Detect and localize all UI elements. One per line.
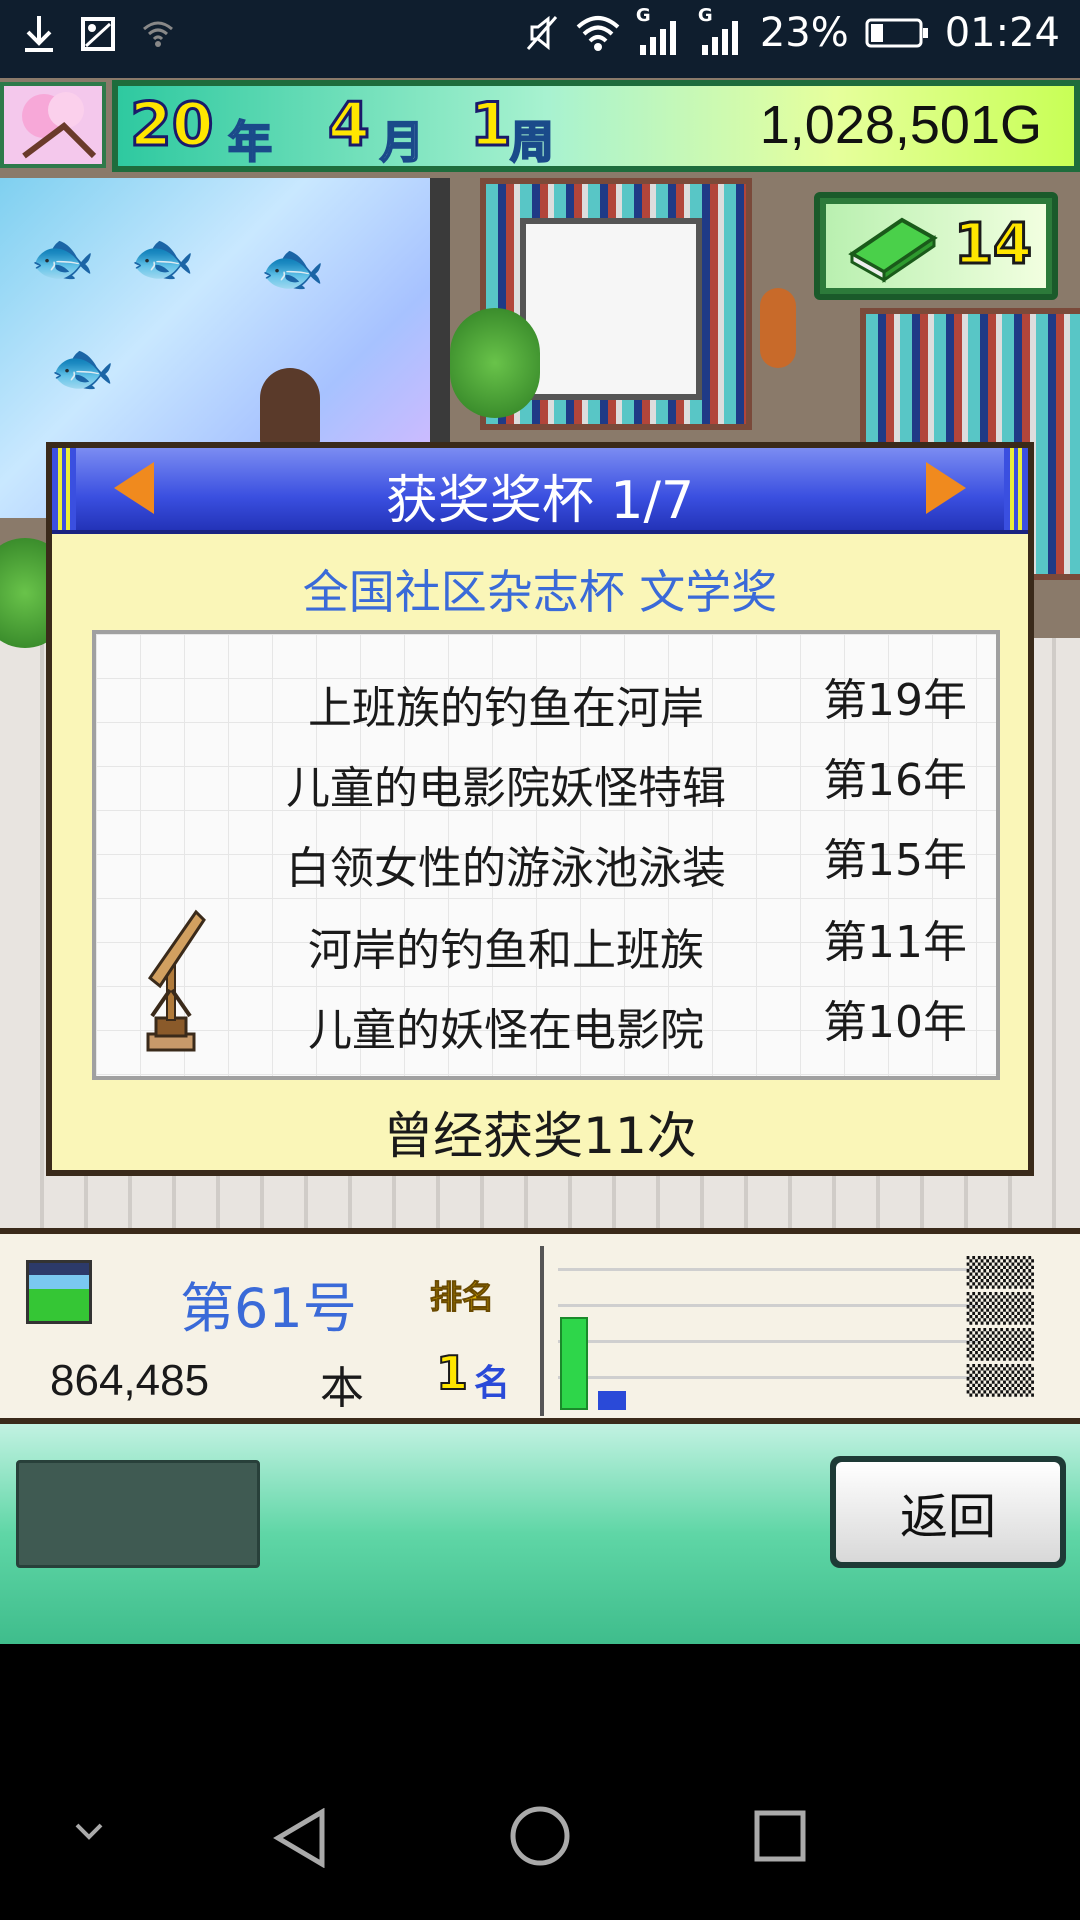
books-counter[interactable]: 14 — [814, 192, 1058, 300]
whiteboard — [520, 218, 702, 400]
award-row: 上班族的钓鱼在河岸 第19年 — [96, 654, 996, 734]
sales-bar — [560, 1317, 588, 1410]
back-button[interactable]: 返回 — [830, 1456, 1066, 1568]
rank-value: 1 — [435, 1345, 469, 1401]
gridline — [558, 1268, 978, 1271]
money-display: 1,028,501G — [759, 95, 1042, 155]
bottom-menu: 返回 — [0, 1424, 1080, 1644]
sales-count: 864,485 — [50, 1356, 210, 1405]
award-list: 上班族的钓鱼在河岸 第19年 儿童的电影院妖怪特辑 第16年 白领女性的游泳池泳… — [92, 630, 1000, 1080]
clock-decor — [760, 288, 796, 368]
dialog-header: 获奖奖杯 1/7 — [52, 448, 1028, 534]
wifi-icon — [576, 16, 620, 51]
battery-icon — [865, 18, 928, 48]
sales-unit: 本 — [320, 1363, 364, 1414]
clock: 01:24 — [944, 10, 1060, 56]
award-row: 河岸的钓鱼和上班族 第11年 — [96, 896, 996, 976]
issue-info-panel: 第61号 排名 864,485 本 1 名 ▒▒▒▒ ▒▒▒▒ ▒▒▒▒ ▒▒▒… — [0, 1228, 1080, 1424]
month-unit: 月 — [379, 116, 425, 169]
award-title: 白领女性的游泳池泳装 — [286, 843, 726, 894]
date-bar: 20 年 4 月 1 周 1,028,501G — [112, 80, 1080, 172]
sales-bar — [598, 1391, 626, 1410]
android-nav-bar — [0, 1644, 1080, 1920]
rank-unit: 名 — [474, 1363, 511, 1404]
fish-icon: 🐟 — [50, 339, 115, 399]
fish-icon: 🐟 — [130, 229, 195, 289]
award-dialog: 获奖奖杯 1/7 全国社区杂志杯 文学奖 上班族的钓鱼在河岸 第19年 儿童的电… — [46, 442, 1034, 1176]
dialog-title: 获奖奖杯 1/7 — [385, 471, 695, 531]
award-year: 第10年 — [823, 997, 967, 1048]
download-icon — [25, 16, 53, 52]
award-row: 白领女性的游泳池泳装 第15年 — [96, 814, 996, 894]
award-title: 上班族的钓鱼在河岸 — [308, 683, 704, 734]
award-year: 第19年 — [823, 675, 967, 726]
next-page-arrow-icon[interactable] — [926, 462, 966, 514]
recents-nav-icon[interactable] — [752, 1808, 808, 1864]
status-bar: G G 23% 01:24 — [0, 0, 1080, 78]
year-value: 20 — [129, 89, 215, 162]
home-nav-icon[interactable] — [508, 1804, 572, 1868]
books-count: 14 — [953, 211, 1034, 279]
year-unit: 年 — [227, 116, 273, 169]
award-year: 第15年 — [823, 835, 967, 886]
mute-icon — [526, 15, 557, 51]
axis-label-icon: ▒▒▒▒ — [966, 1292, 1034, 1325]
axis-label-icon: ▒▒▒▒ — [966, 1328, 1034, 1361]
season-icon[interactable] — [0, 82, 106, 168]
chevron-down-icon[interactable] — [74, 1822, 104, 1842]
sales-chart: ▒▒▒▒ ▒▒▒▒ ▒▒▒▒ ▒▒▒▒ — [540, 1246, 1056, 1416]
award-total: 曾经获奖11次 — [383, 1107, 697, 1165]
back-nav-icon[interactable] — [272, 1808, 328, 1868]
wifi-question-icon — [143, 21, 173, 47]
award-title: 儿童的妖怪在电影院 — [308, 1005, 704, 1056]
fish-icon: 🐟 — [260, 239, 325, 299]
book-icon — [848, 217, 938, 283]
award-row: 儿童的妖怪在电影院 第10年 — [96, 976, 996, 1056]
plant — [450, 308, 540, 418]
issue-number: 第61号 — [180, 1277, 357, 1340]
empty-slot — [16, 1460, 260, 1568]
signal-icon: G — [636, 5, 682, 55]
award-name: 全国社区杂志杯 文学奖 — [302, 565, 778, 619]
award-year: 第16年 — [823, 755, 967, 806]
rank-label: 排名 — [429, 1278, 495, 1317]
image-icon — [81, 17, 115, 51]
month-value: 4 — [327, 89, 372, 162]
week-unit: 周 — [509, 116, 555, 169]
character — [260, 368, 320, 448]
gridline — [558, 1340, 978, 1343]
award-row: 儿童的电影院妖怪特辑 第16年 — [96, 734, 996, 814]
trophy-icon — [146, 909, 206, 1052]
award-title: 儿童的电影院妖怪特辑 — [286, 763, 726, 814]
magazine-icon — [26, 1260, 92, 1324]
award-title: 河岸的钓鱼和上班族 — [308, 925, 704, 976]
gridline — [558, 1304, 978, 1307]
fish-icon: 🐟 — [30, 229, 95, 289]
battery-percent: 23% — [759, 10, 849, 56]
axis-label-icon: ▒▒▒▒ — [966, 1364, 1034, 1397]
back-button-label: 返回 — [899, 1489, 996, 1545]
axis-label-icon: ▒▒▒▒ — [966, 1256, 1034, 1289]
week-value: 1 — [469, 89, 514, 162]
signal-icon-2: G — [698, 5, 744, 55]
award-year: 第11年 — [823, 917, 967, 968]
gridline — [558, 1376, 978, 1379]
